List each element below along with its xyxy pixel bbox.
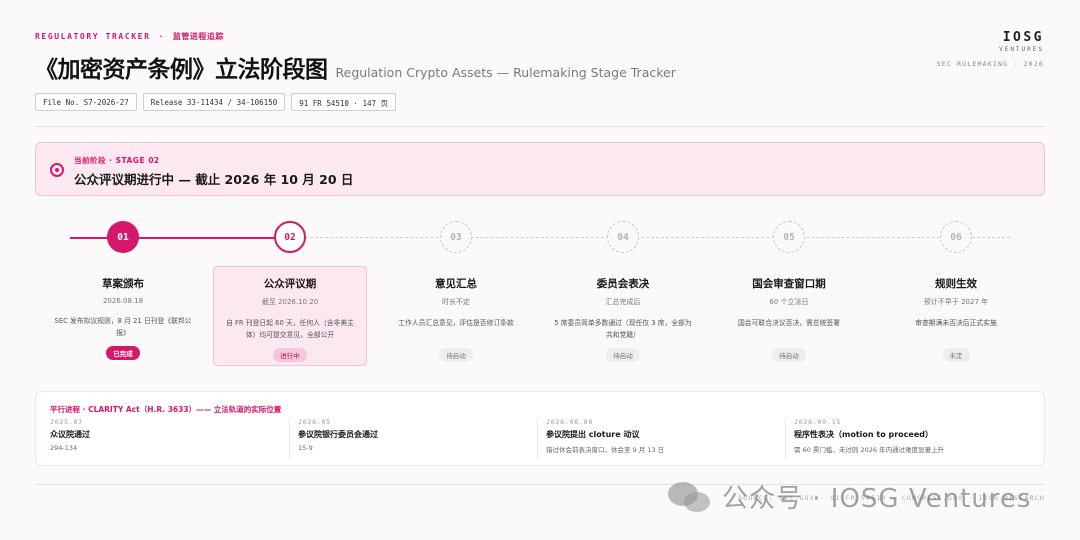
stage-node-05[interactable]: 05 [773,221,805,253]
stage-01: 草案颁布 2026.08.18 SEC 发布拟议规则，8 月 21 日刊登《联邦… [46,276,200,360]
divider-top [35,126,1045,127]
stage-03: 意见汇总 时长不定 工作人员汇总意见，评估是否修订条款 待启动 [379,276,533,362]
stage-title: 公众评议期 [263,278,317,290]
release-chip: Release 33-11434 / 34-106150 [142,93,286,111]
timeline-progress-line [70,237,290,239]
stage-title: 意见汇总 [435,278,477,290]
stage-date: 60 个立法日 [769,298,809,306]
parallel-date: 2026.09.15 [794,418,842,426]
parallel-note: 需 60 票门槛，未过则 2026 年内通过难度显著上升 [794,446,945,454]
parallel-item: 2026.09.15 程序性表决（motion to proceed） 需 60… [785,418,1033,458]
brand-name: IOSG [1002,30,1044,45]
parallel-note: 错过休会前表决窗口，休会至 9 月 13 日 [546,446,665,454]
status-badge: 未定 [942,348,970,362]
parallel-title: 参议院提出 cloture 动议 [546,430,640,439]
stage-desc: 审查期满未否决后正式实施 [915,319,997,327]
watermark: 公众号 · IOSG Ventures [668,478,1031,515]
stage-date: 汇总完成后 [605,298,641,306]
eyebrow-separator: · [158,32,165,41]
status-badge: 待启动 [772,348,806,362]
stage-title: 委员会表决 [596,278,650,290]
stage-04: 委员会表决 汇总完成后 5 席委员简单多数通过（现任仅 3 席，全部为共和党籍）… [546,276,700,362]
banner-kicker: 当前阶段 · STAGE 02 [74,156,160,165]
stage-05: 国会审查窗口期 60 个立法日 国会可联合决议否决，需总统签署 待启动 [712,276,866,362]
stage-02: 公众评议期 截至 2026.10.20 自 FR 刊登日起 60 天，任何人（含… [213,276,367,362]
brand-sub: VENTURES [999,46,1044,53]
parallel-item: 2026.05 参议院银行委员会通过 15-9 [289,418,537,458]
stage-node-04[interactable]: 04 [607,221,639,253]
watermark-text: 公众号 · IOSG Ventures [722,484,1032,514]
stage-date: 截至 2026.10.20 [261,298,319,306]
banner-title: 公众评议期进行中 — 截止 2026 年 10 月 20 日 [74,172,354,187]
status-badge: 待启动 [606,348,640,362]
stage-title: 草案颁布 [102,278,144,290]
parallel-date: 2026.08.08 [546,418,594,426]
parallel-note: 294-134 [50,444,78,452]
stage-date: 2026.08.18 [102,297,144,305]
stage-date: 时长不定 [442,298,470,306]
wechat-icon [668,480,712,514]
stage-node-03[interactable]: 03 [440,221,472,253]
parallel-title: 程序性表决（motion to proceed） [794,430,933,439]
reference-chips: File No. S7-2026-27 Release 33-11434 / 3… [35,93,397,111]
stage-title: 国会审查窗口期 [752,278,826,290]
parallel-item: 2026.08.08 参议院提出 cloture 动议 错过休会前表决窗口，休会… [537,418,785,458]
eyebrow: REGULATORY TRACKER · 监管进程追踪 [35,31,224,42]
parallel-process-panel: 平行进程 · CLARITY Act（H.R. 3633）—— 立法轨道的实际位… [35,391,1045,466]
federal-register-chip: 91 FR 54510 · 147 页 [291,93,397,111]
stage-date: 预计不早于 2027 年 [923,298,989,306]
target-icon [50,163,64,177]
brand-logo: IOSG VENTURES SEC RULEMAKING · 2026 [937,30,1044,68]
parallel-date: 2026.05 [298,418,331,426]
stage-desc: 5 席委员简单多数通过（现任仅 3 席，全部为共和党籍） [554,319,692,339]
stage-node-06[interactable]: 06 [940,221,972,253]
brand-meta: SEC RULEMAKING · 2026 [936,60,1044,68]
status-badge: 进行中 [273,348,307,362]
parallel-title: 众议院通过 [50,430,90,439]
eyebrow-en: REGULATORY TRACKER [35,32,151,41]
stage-desc: SEC 发布拟议规则，8 月 21 日刊登《联邦公报》 [54,317,192,337]
page-subtitle: Regulation Crypto Assets — Rulemaking St… [335,65,676,80]
parallel-item: 2025.07 众议院通过 294-134 [50,418,298,458]
page-title-row: 《加密资产条例》立法阶段图 Regulation Crypto Assets —… [35,50,676,84]
stage-node-01[interactable]: 01 [107,221,139,253]
stage-06: 规则生效 预计不早于 2027 年 审查期满未否决后正式实施 未定 [879,276,1033,362]
status-badge: 已完成 [106,346,140,360]
parallel-date: 2025.07 [50,418,83,426]
stage-desc: 自 FR 刊登日起 60 天，任何人（含非美主体）均可提交意见，全部公开 [226,319,354,339]
parallel-note: 15-9 [298,444,313,452]
parallel-heading: 平行进程 · CLARITY Act（H.R. 3633）—— 立法轨道的实际位… [50,405,282,414]
current-stage-banner: 当前阶段 · STAGE 02 公众评议期进行中 — 截止 2026 年 10 … [35,142,1045,196]
file-number-chip: File No. S7-2026-27 [35,93,137,111]
status-badge: 待启动 [439,348,473,362]
stage-node-02[interactable]: 02 [274,221,306,253]
eyebrow-cn: 监管进程追踪 [172,32,224,41]
stage-desc: 工作人员汇总意见，评估是否修订条款 [398,319,514,327]
stage-title: 规则生效 [935,278,977,290]
stage-desc: 国会可联合决议否决，需总统签署 [738,319,840,327]
parallel-title: 参议院银行委员会通过 [298,430,378,439]
timeline-pending-line [290,237,1010,238]
page-title: 《加密资产条例》立法阶段图 [35,57,328,83]
